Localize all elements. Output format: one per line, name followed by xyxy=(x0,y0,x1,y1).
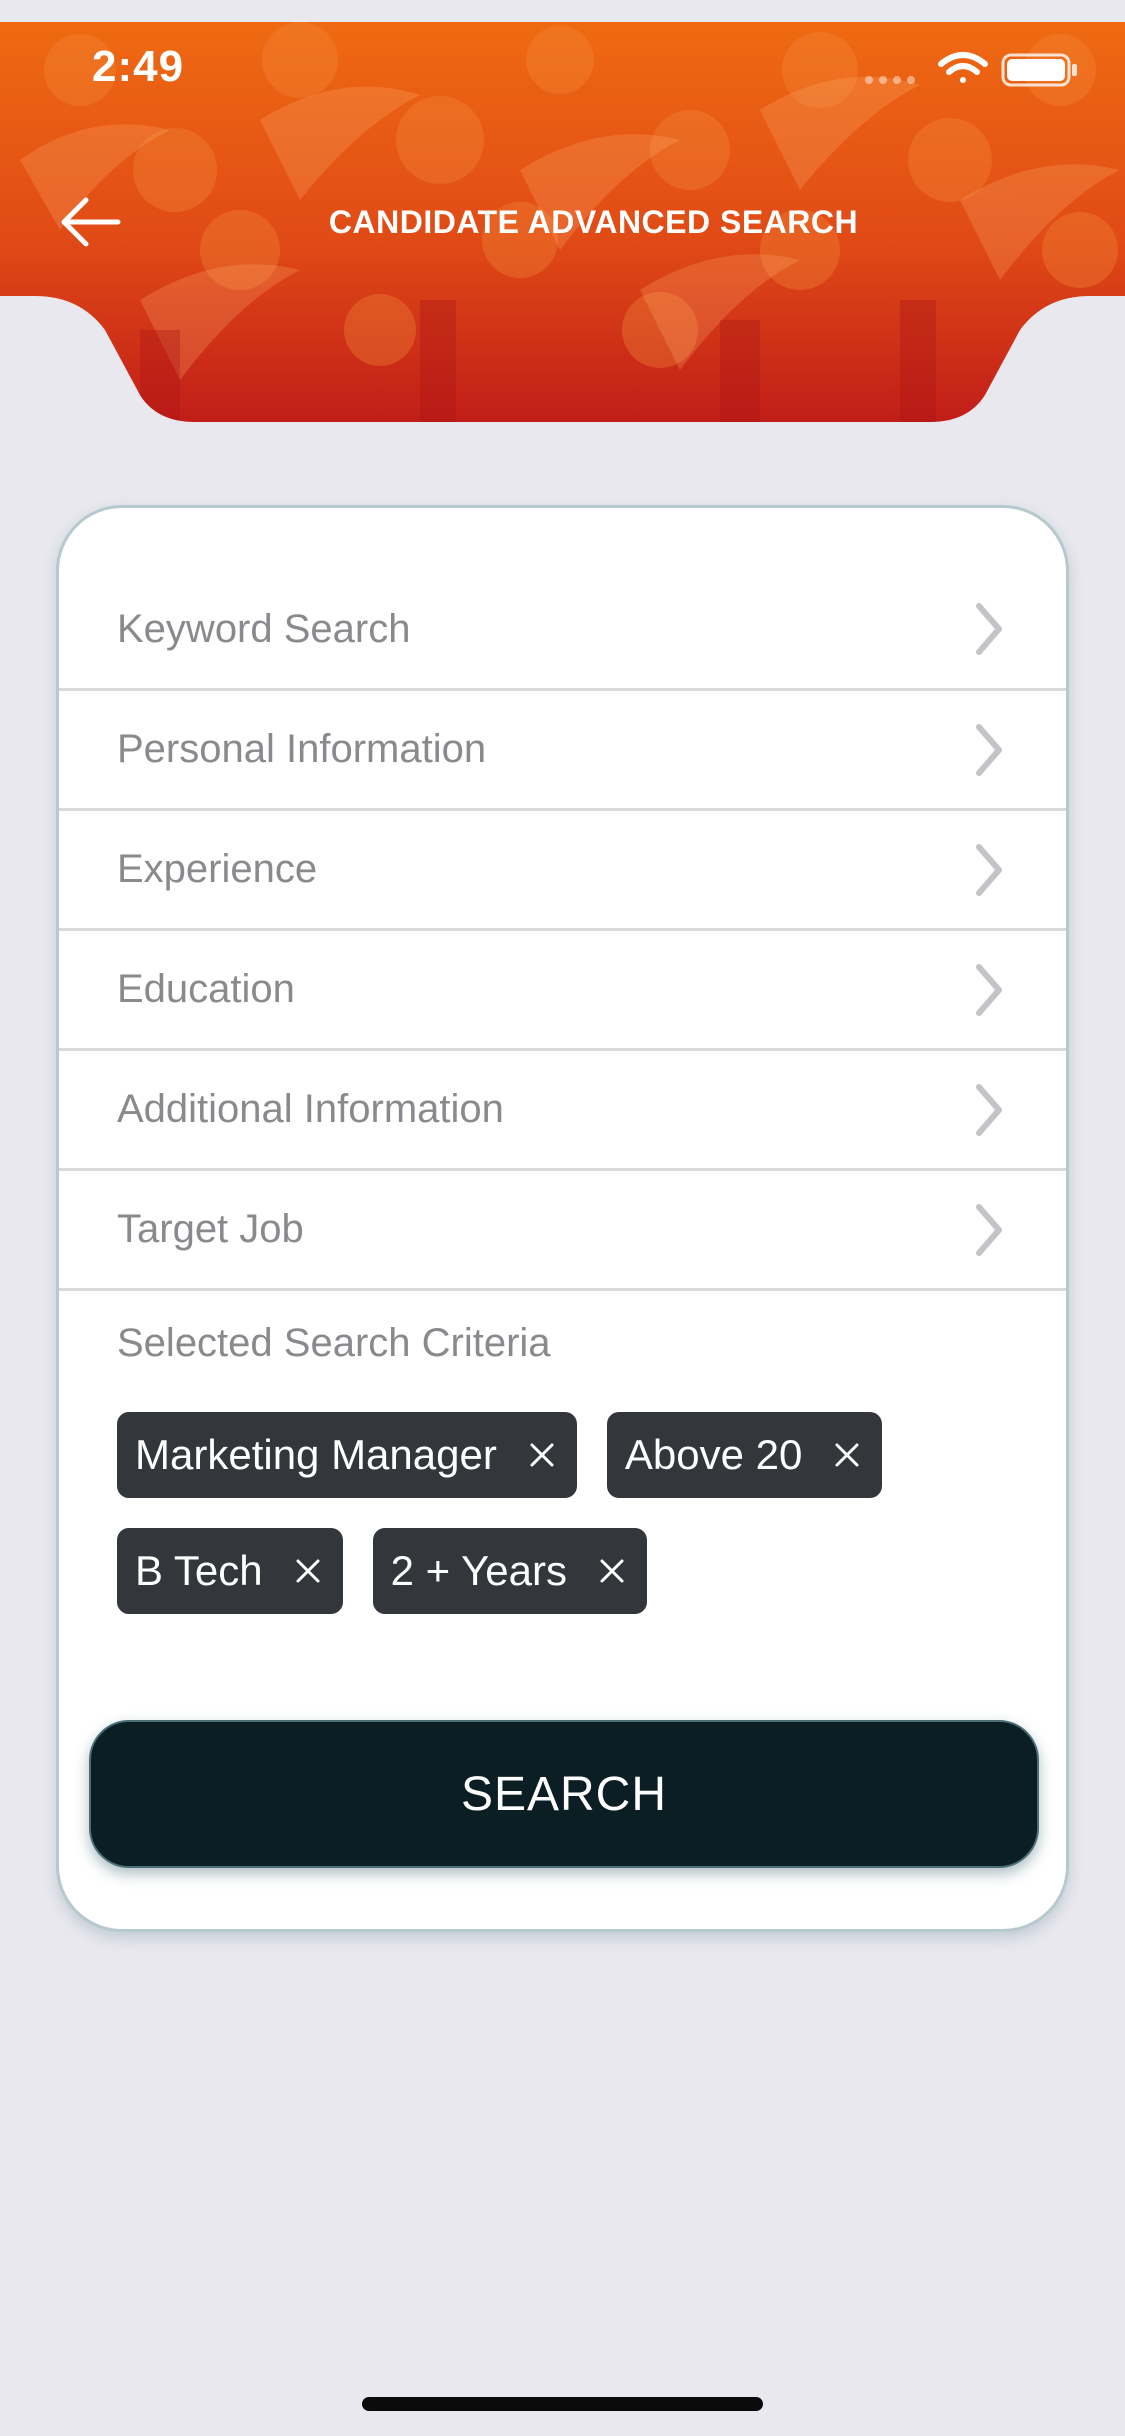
search-button[interactable]: SEARCH xyxy=(89,1720,1039,1868)
close-icon[interactable] xyxy=(295,1558,321,1584)
signal-icon xyxy=(865,76,915,84)
home-indicator[interactable] xyxy=(362,2397,763,2411)
menu-item-experience[interactable]: Experience xyxy=(59,811,1066,931)
search-card: Keyword Search Personal Information Expe… xyxy=(56,505,1069,1932)
chevron-right-icon xyxy=(976,1083,1002,1136)
criteria-chip: 2 + Years xyxy=(372,1528,647,1614)
menu-item-personal-information[interactable]: Personal Information xyxy=(59,691,1066,811)
criteria-chip: Above 20 xyxy=(606,1412,883,1498)
selected-criteria-title: Selected Search Criteria xyxy=(117,1321,551,1365)
page-title: CANDIDATE ADVANCED SEARCH xyxy=(328,204,859,240)
close-icon[interactable] xyxy=(834,1442,860,1468)
menu-item-education[interactable]: Education xyxy=(59,931,1066,1051)
status-time: 2:49 xyxy=(92,42,185,91)
app-header: 2:49 CANDIDATE ADVANCED SEARCH xyxy=(0,0,1125,425)
chevron-right-icon xyxy=(976,1203,1002,1256)
menu-item-label: Experience xyxy=(117,847,318,891)
battery-icon xyxy=(1001,53,1077,87)
chevron-right-icon xyxy=(976,603,1002,655)
menu-item-additional-information[interactable]: Additional Information xyxy=(59,1051,1066,1171)
menu-item-label: Target Job xyxy=(117,1207,304,1251)
criteria-chips: Marketing Manager Above 20 B Tech 2 + Ye… xyxy=(59,1412,1066,1614)
menu-item-label: Education xyxy=(117,967,295,1011)
close-icon[interactable] xyxy=(529,1442,555,1468)
menu-item-keyword-search[interactable]: Keyword Search xyxy=(59,508,1066,691)
criteria-chip: B Tech xyxy=(117,1528,343,1614)
chip-label: 2 + Years xyxy=(390,1547,567,1594)
menu-item-label: Keyword Search xyxy=(117,607,411,651)
screen: 2:49 CANDIDATE ADVANCED SEARCH Keyword S xyxy=(0,0,1125,2436)
chip-label: B Tech xyxy=(135,1547,263,1594)
wifi-icon xyxy=(938,52,988,83)
chip-label: Above 20 xyxy=(624,1431,803,1478)
status-icons xyxy=(865,52,1077,87)
chevron-right-icon xyxy=(976,843,1002,896)
chevron-right-icon xyxy=(976,723,1002,776)
chip-label: Marketing Manager xyxy=(135,1431,497,1478)
menu-item-label: Personal Information xyxy=(117,727,487,771)
menu-item-label: Additional Information xyxy=(117,1087,504,1131)
close-icon[interactable] xyxy=(599,1558,625,1584)
menu-item-target-job[interactable]: Target Job xyxy=(59,1171,1066,1291)
criteria-chip: Marketing Manager xyxy=(117,1412,577,1498)
chevron-right-icon xyxy=(976,963,1002,1016)
